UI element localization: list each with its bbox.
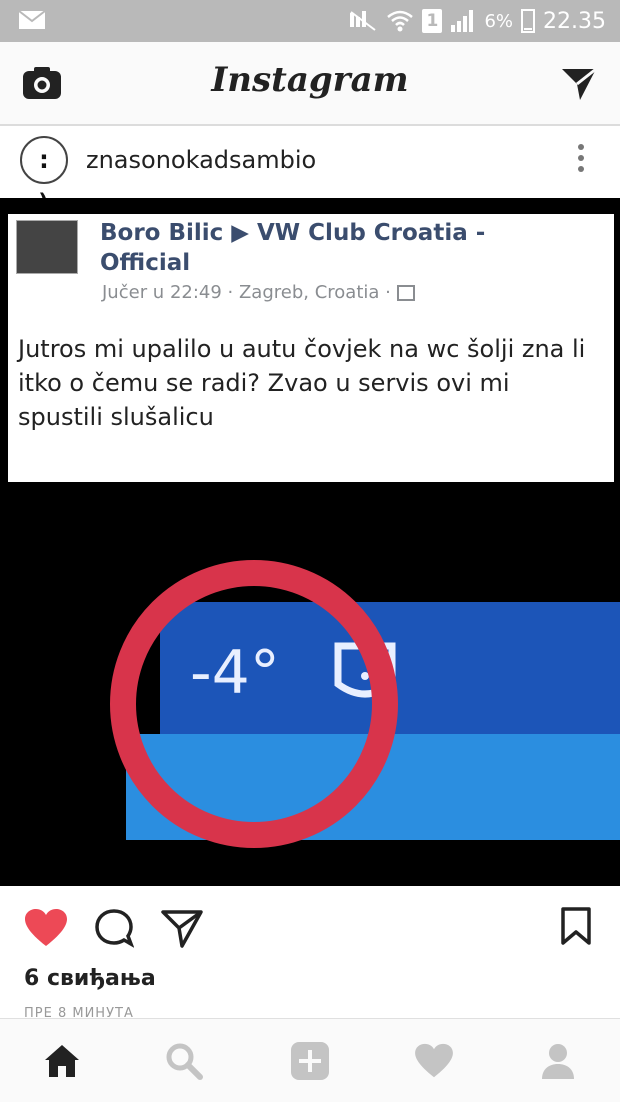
app-top-bar: Instagram [0, 42, 620, 126]
embedded-facebook-card: Boro Bilic ▶ VW Club Croatia - Official … [8, 214, 614, 482]
activity-heart-icon[interactable] [414, 1041, 454, 1081]
share-icon[interactable] [160, 908, 204, 948]
mute-icon [350, 11, 377, 31]
embedded-post-meta: Jučer u 22:49 · Zagreb, Croatia · [102, 282, 415, 303]
likes-count[interactable]: 6 свиђања [24, 966, 156, 991]
wifi-icon [387, 10, 414, 32]
more-vertical-icon[interactable] [578, 144, 586, 177]
embedded-author-avatar [16, 220, 78, 274]
embedded-author-name: Boro Bilic ▶ VW Club Croatia - Official [100, 220, 486, 276]
status-bar: 1 6% 22.35 [0, 0, 620, 42]
mail-icon [18, 10, 46, 29]
search-icon[interactable] [164, 1041, 204, 1081]
post-image[interactable]: Boro Bilic ▶ VW Club Croatia - Official … [0, 198, 620, 886]
post-actions [0, 888, 620, 968]
direct-message-icon[interactable] [560, 66, 598, 102]
profile-icon[interactable] [538, 1041, 578, 1081]
add-post-icon[interactable] [290, 1041, 330, 1081]
home-icon[interactable] [42, 1041, 82, 1081]
highlight-circle [110, 560, 398, 848]
avatar[interactable]: : ) [20, 136, 68, 219]
sim-slot-badge: 1 [422, 9, 443, 33]
battery-icon [521, 9, 536, 33]
bookmark-icon[interactable] [560, 906, 592, 946]
app-logo: Instagram [211, 60, 409, 100]
clock: 22.35 [543, 8, 606, 34]
post-username[interactable]: znasonokadsambio [86, 146, 316, 174]
photo-album-icon [396, 285, 415, 301]
dashboard-photo: -4° [0, 482, 620, 886]
signal-icon [451, 10, 474, 32]
heart-filled-icon[interactable] [24, 908, 68, 948]
post-header: : ) znasonokadsambio [0, 128, 620, 219]
embedded-post-text: Jutros mi upalilo u autu čovjek na wc šo… [18, 335, 586, 431]
comment-icon[interactable] [94, 908, 134, 948]
post-timestamp: ПРЕ 8 МИНУТА [24, 1006, 134, 1018]
battery-percent: 6% [484, 10, 514, 32]
bottom-navigation [0, 1018, 620, 1102]
